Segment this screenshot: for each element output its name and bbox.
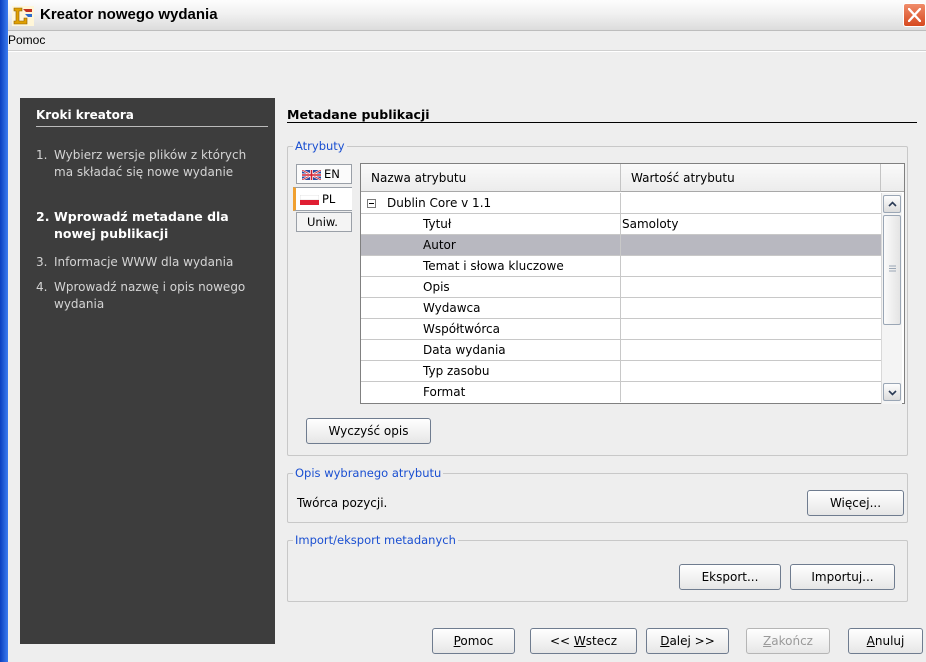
chevron-down-icon [888,390,897,396]
wizard-step-2: 2. Wprowadź metadane dla nowej publikacj… [36,208,268,244]
steps-title-divider [36,126,268,127]
table-row[interactable]: Format [361,382,881,404]
scroll-thumb[interactable] [883,215,901,325]
finish-button[interactable]: Zakończ [746,628,830,654]
tab-label: EN [324,167,340,181]
more-button[interactable]: Więcej... [807,490,904,516]
tree-group-row[interactable]: Dublin Core v 1.1 [361,193,881,214]
column-header-corner [881,164,904,192]
tab-label: PL [322,192,336,206]
chevron-up-icon [888,201,897,207]
attribute-name: Typ zasobu [423,364,490,378]
cancel-button[interactable]: Anuluj [848,628,923,654]
attribute-name: Temat i słowa kluczowe [423,259,564,273]
table-row[interactable]: Data wydania [361,340,881,361]
attribute-name: Współtwórca [423,322,500,336]
tab-lang-en[interactable]: EN [296,164,352,184]
close-x-icon [908,8,921,22]
table-row[interactable]: Tytuł Samoloty [361,214,881,235]
menu-bar: Pomoc [8,31,926,51]
wizard-step-4: 4. Wprowadź nazwę i opis nowego wydania [36,279,268,315]
step-text: Wprowadź metadane dla nowej publikacji [54,209,229,241]
attribute-name: Data wydania [423,343,506,357]
collapse-minus-icon[interactable] [367,199,376,208]
wizard-steps-panel: Kroki kreatora 1. Wybierz wersje plików … [20,98,275,644]
group-label: Dublin Core v 1.1 [387,196,492,210]
help-button[interactable]: Pomoc [432,628,515,654]
table-row[interactable]: Wydawca [361,298,881,319]
next-button[interactable]: Dalej >> [646,628,729,654]
menu-item-pomoc[interactable]: Pomoc [8,33,45,47]
title-bar[interactable]: Kreator nowego wydania [0,0,926,31]
grip-lines-icon [889,265,896,272]
step-text: Informacje WWW dla wydania [54,255,234,269]
table-row[interactable]: Opis [361,277,881,298]
step-number: 3. [36,255,48,269]
step-text: Wybierz wersje plików z których ma skład… [54,148,247,179]
attribute-name: Tytuł [423,217,452,231]
table-row[interactable]: Temat i słowa kluczowe [361,256,881,277]
step-number: 4. [36,280,48,294]
wizard-step-1: 1. Wybierz wersje plików z których ma sk… [36,147,268,199]
back-button[interactable]: << Wstecz [530,628,637,654]
attribute-value[interactable]: Samoloty [622,217,678,231]
wizard-step-3: 3. Informacje WWW dla wydania [36,254,268,272]
step-number: 2. [36,209,50,224]
table-vertical-scrollbar[interactable] [881,193,902,404]
section-title-divider [287,122,917,123]
table-row[interactable]: Współtwórca [361,319,881,340]
table-row[interactable]: Autor [361,235,881,256]
scroll-up-button[interactable] [883,195,901,213]
window-title: Kreator nowego wydania [40,6,218,23]
description-text: Twórca pozycji. [297,496,388,510]
wizard-app-icon [12,6,34,26]
section-title: Metadane publikacji [287,107,430,122]
clear-description-button[interactable]: Wyczyść opis [306,418,431,444]
tab-lang-universal[interactable]: Uniw. [296,212,352,232]
step-number: 1. [36,148,48,162]
attribute-name: Wydawca [423,301,481,315]
close-button[interactable] [903,3,926,27]
tab-lang-pl[interactable]: PL [293,187,352,211]
column-header-name[interactable]: Nazwa atrybutu [361,164,621,192]
tab-label: Uniw. [307,215,338,229]
attributes-table: Nazwa atrybutu Wartość atrybutu Dublin C… [360,163,905,404]
uk-flag-icon [302,170,321,180]
column-header-value[interactable]: Wartość atrybutu [621,164,881,192]
attribute-name: Format [423,385,466,399]
attribute-name: Autor [423,238,456,252]
import-button[interactable]: Importuj... [790,564,895,590]
import-export-legend: Import/eksport metadanych [293,533,458,547]
step-text: Wprowadź nazwę i opis nowego wydania [54,280,246,311]
description-legend: Opis wybranego atrybutu [293,466,444,480]
window-left-border [0,0,8,662]
attribute-name: Opis [423,280,450,294]
attributes-legend: Atrybuty [293,139,347,153]
pl-flag-icon [300,195,319,205]
wizard-window: Kreator nowego wydania Pomoc Kroki kreat… [0,0,926,662]
export-button[interactable]: Eksport... [679,564,781,590]
steps-title: Kroki kreatora [36,108,134,122]
table-row[interactable]: Typ zasobu [361,361,881,382]
scroll-down-button[interactable] [883,383,901,401]
